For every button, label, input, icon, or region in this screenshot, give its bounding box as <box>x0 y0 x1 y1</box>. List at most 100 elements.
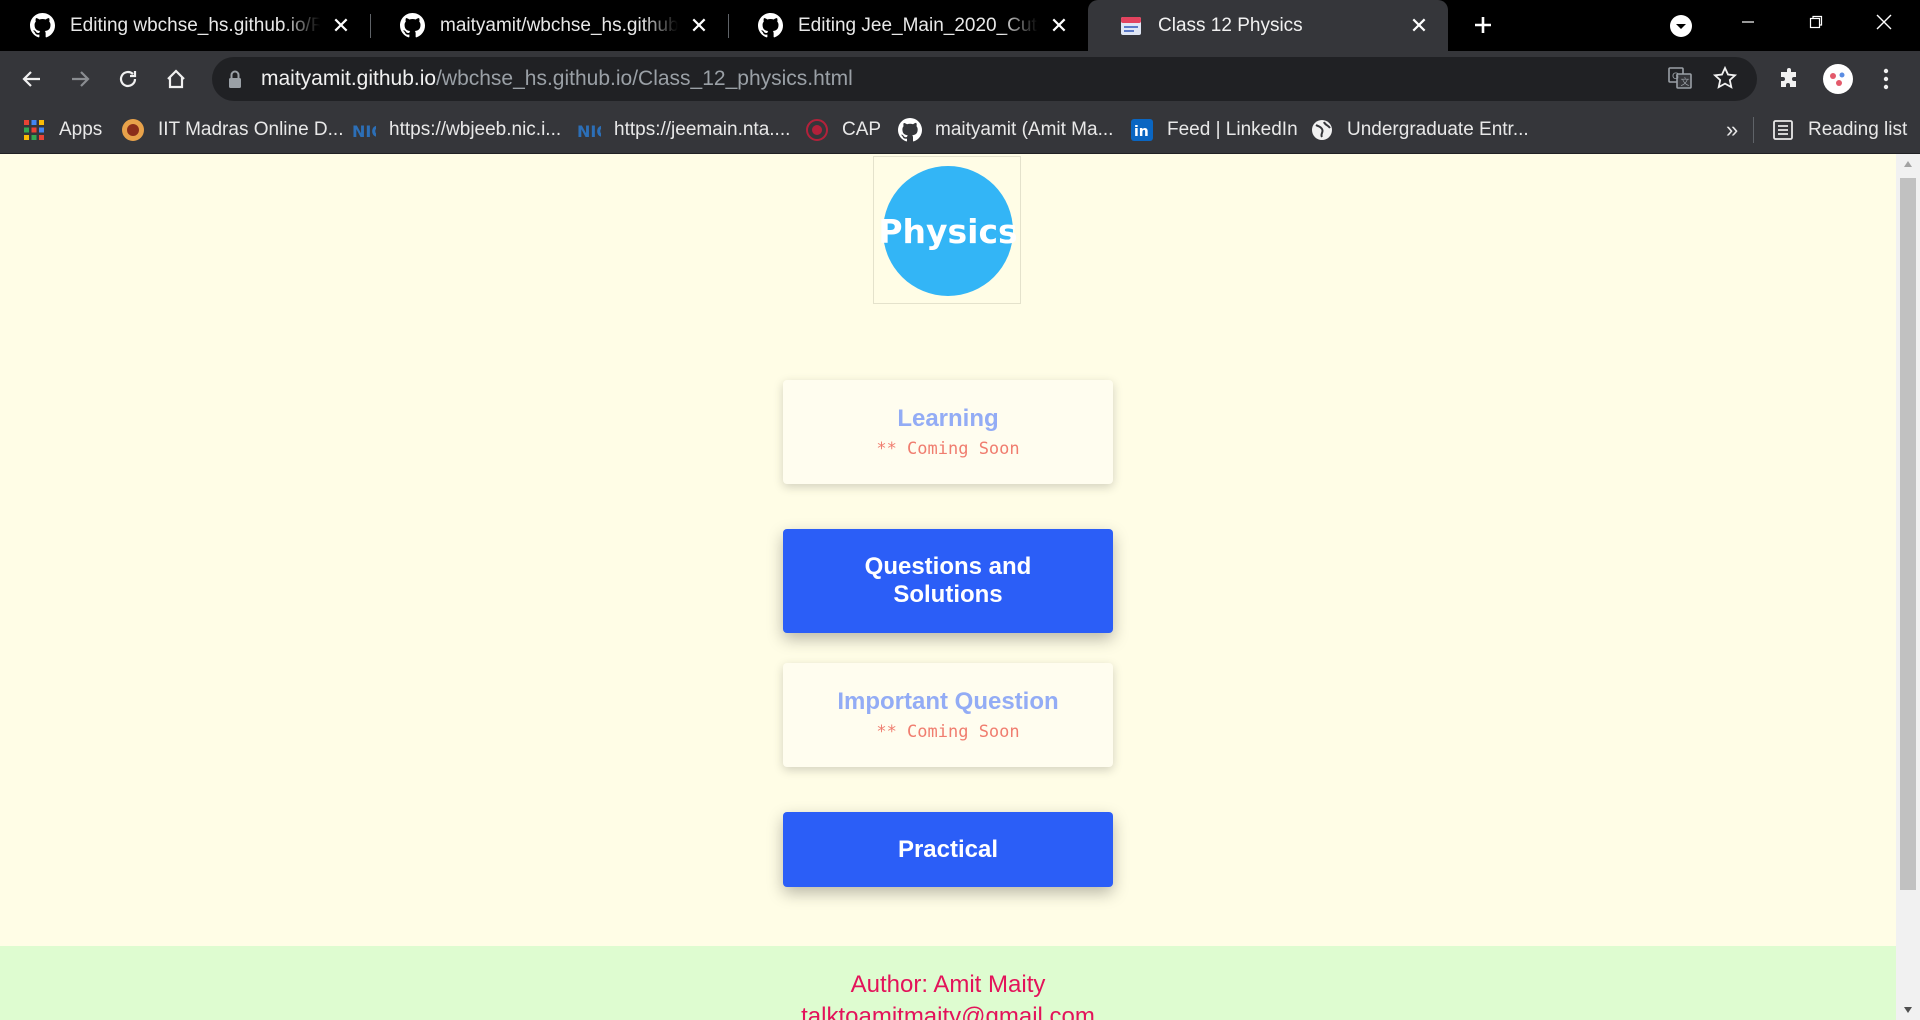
bookmarks-overflow-button[interactable]: » <box>1726 107 1738 153</box>
back-button[interactable] <box>14 61 50 97</box>
translate-icon[interactable]: G 文 <box>1667 65 1693 96</box>
bookmark-label: https://jeemain.nta.... <box>614 119 791 140</box>
chevron-down-icon <box>1670 15 1692 37</box>
profile-avatar[interactable] <box>1820 61 1856 97</box>
bookmark-jeemain[interactable]: NIC https://jeemain.nta.... <box>577 107 790 153</box>
important-question-card[interactable]: Important Question ** Coming Soon <box>783 663 1113 767</box>
bookmarks-divider <box>1753 117 1754 143</box>
github-icon <box>30 13 55 38</box>
svg-text:NIC: NIC <box>577 122 601 141</box>
browser-menu-button[interactable] <box>1868 61 1904 97</box>
svg-text:G: G <box>1672 72 1679 82</box>
arrow-right-icon <box>72 71 90 87</box>
bookmark-star-icon[interactable] <box>1712 65 1738 96</box>
reload-button[interactable] <box>110 61 146 97</box>
coming-soon-label: ** Coming Soon <box>876 439 1020 459</box>
questions-and-solutions-button[interactable]: Questions and Solutions <box>783 529 1113 633</box>
url-path: /wbchse_hs.github.io/Class_12_physics.ht… <box>436 67 853 90</box>
more-vert-icon <box>1883 68 1889 90</box>
practical-button[interactable]: Practical <box>783 812 1113 887</box>
forward-button[interactable] <box>62 61 98 97</box>
bookmarks-bar: Apps IIT Madras Online D... NIC https://… <box>0 107 1920 154</box>
footer-email-link[interactable]: talktoamitmaity@gmail.com <box>0 1003 1896 1020</box>
tab-title: Editing Jee_Main_2020_Cutoff/README.md <box>798 14 1038 36</box>
overflow-chevron-icon: » <box>1726 117 1739 142</box>
card-title: Practical <box>897 835 999 863</box>
linkedin-icon: in <box>1130 118 1154 142</box>
physics-logo: Physics <box>873 156 1021 304</box>
tab-strip: Editing wbchse_hs.github.io/README.md ✕ … <box>0 0 1920 51</box>
site-favicon-icon <box>1118 13 1143 38</box>
card-title: Questions and Solutions <box>864 553 1032 608</box>
bookmark-label: maityamit (Amit Ma... <box>935 119 1114 140</box>
reading-list-label: Reading list <box>1808 119 1908 140</box>
bookmark-label: CAP <box>842 119 882 140</box>
bookmark-linkedin[interactable]: in Feed | LinkedIn <box>1130 107 1298 153</box>
iit-madras-icon <box>121 118 145 142</box>
tab-title: Class 12 Physics <box>1158 14 1303 36</box>
scrollbar-thumb[interactable] <box>1900 178 1916 890</box>
bookmark-label: IIT Madras Online D... <box>158 119 344 140</box>
github-icon <box>758 13 783 38</box>
page-footer: Author: Amit Maity talktoamitmaity@gmail… <box>0 946 1896 1020</box>
close-icon[interactable]: ✕ <box>1408 14 1430 37</box>
learning-card[interactable]: Learning ** Coming Soon <box>783 380 1113 484</box>
scroll-down-arrow-icon[interactable] <box>1896 1000 1920 1020</box>
svg-text:文: 文 <box>1681 76 1690 88</box>
bookmark-undergraduate[interactable]: Undergraduate Entr... <box>1310 107 1529 153</box>
apps-grid-icon <box>22 118 46 142</box>
tab-class-12-physics[interactable]: Class 12 Physics ✕ <box>1088 0 1448 51</box>
footer-author: Author: Amit Maity <box>850 971 1046 998</box>
nic-icon: NIC <box>352 118 376 142</box>
url-host: maityamit.github.io <box>261 67 437 90</box>
globe-icon <box>1310 118 1334 142</box>
avatar <box>1823 64 1853 94</box>
svg-text:in: in <box>1134 124 1149 140</box>
restore-button[interactable] <box>1782 0 1850 44</box>
lock-icon[interactable] <box>226 69 244 94</box>
bookmark-label: Apps <box>59 119 103 140</box>
puzzle-icon <box>1781 68 1796 87</box>
page-content: Physics Learning ** Coming Soon Question… <box>0 154 1896 1020</box>
bookmark-apps[interactable]: Apps <box>22 107 102 153</box>
reading-list-button[interactable]: Reading list <box>1771 107 1907 153</box>
close-window-button[interactable] <box>1850 0 1918 44</box>
logo-circle: Physics <box>878 166 1018 296</box>
close-icon[interactable]: ✕ <box>330 14 352 37</box>
tab-title: Editing wbchse_hs.github.io/README.md <box>70 14 320 36</box>
browser-toolbar: maityamit.github.io/wbchse_hs.github.io/… <box>0 51 1920 107</box>
bookmark-wbjeeb[interactable]: NIC https://wbjeeb.nic.i... <box>352 107 561 153</box>
cap-icon <box>805 118 829 142</box>
card-title: Learning <box>897 405 999 432</box>
close-icon[interactable]: ✕ <box>688 14 710 37</box>
reading-list-icon <box>1771 118 1795 142</box>
tab-title: maityamit/wbchse_hs.github.io <box>440 14 678 36</box>
reload-icon <box>119 70 137 88</box>
bookmark-label: Undergraduate Entr... <box>1347 119 1529 140</box>
github-icon <box>400 13 425 38</box>
logo-text: Physics <box>878 211 1018 251</box>
arrow-left-icon <box>22 71 40 87</box>
close-icon[interactable]: ✕ <box>1048 14 1070 37</box>
bookmark-github-maityamit[interactable]: maityamit (Amit Ma... <box>898 107 1113 153</box>
tab-search-button[interactable] <box>1667 12 1695 40</box>
tab-editing-jee-cutoff[interactable]: Editing Jee_Main_2020_Cutoff/README.md ✕ <box>728 0 1088 51</box>
url-text[interactable]: maityamit.github.io/wbchse_hs.github.io/… <box>261 67 853 91</box>
address-bar[interactable]: maityamit.github.io/wbchse_hs.github.io/… <box>212 57 1757 101</box>
scroll-up-arrow-icon[interactable] <box>1896 154 1920 174</box>
new-tab-button[interactable] <box>1466 8 1500 42</box>
home-button[interactable] <box>158 61 194 97</box>
tab-editing-readme[interactable]: Editing wbchse_hs.github.io/README.md ✕ <box>0 0 370 51</box>
github-icon <box>898 118 922 142</box>
extensions-button[interactable] <box>1772 61 1808 97</box>
tab-maityamit-repo[interactable]: maityamit/wbchse_hs.github.io ✕ <box>370 0 728 51</box>
svg-text:NIC: NIC <box>352 122 376 141</box>
minimize-button[interactable] <box>1714 0 1782 44</box>
bookmark-cap[interactable]: CAP <box>805 107 881 153</box>
home-icon <box>167 69 185 89</box>
bookmark-iit-madras[interactable]: IIT Madras Online D... <box>121 107 344 153</box>
bookmark-label: Feed | LinkedIn <box>1167 119 1298 140</box>
bookmark-label: https://wbjeeb.nic.i... <box>389 119 562 140</box>
vertical-scrollbar[interactable] <box>1896 154 1920 1020</box>
nic-icon: NIC <box>577 118 601 142</box>
